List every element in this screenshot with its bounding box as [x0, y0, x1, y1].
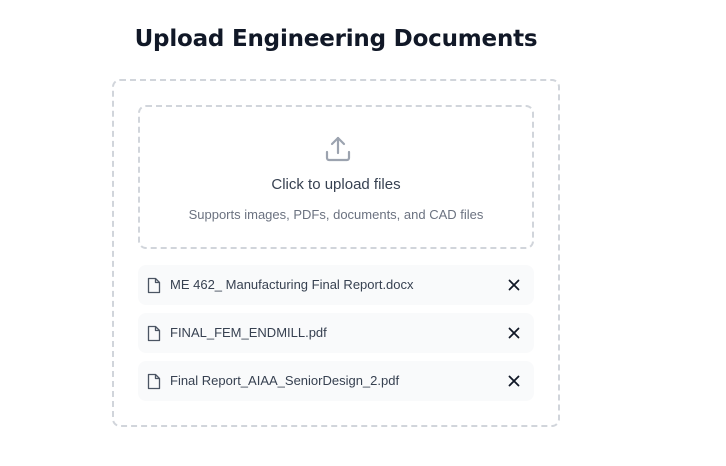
dropzone-subtitle: Supports images, PDFs, documents, and CA… [188, 207, 484, 222]
file-list: ME 462_ Manufacturing Final Report.docx … [138, 265, 534, 409]
file-icon [147, 277, 161, 294]
upload-dropzone[interactable]: Click to upload files Supports images, P… [138, 105, 534, 249]
remove-file-button[interactable] [504, 275, 524, 295]
file-name: Final Report_AIAA_SeniorDesign_2.pdf [170, 373, 400, 388]
close-icon [508, 279, 520, 291]
remove-file-button[interactable] [504, 371, 524, 391]
file-icon [147, 373, 161, 390]
file-item: Final Report_AIAA_SeniorDesign_2.pdf [138, 361, 534, 401]
file-item: FINAL_FEM_ENDMILL.pdf [138, 313, 534, 353]
dropzone-title: Click to upload files [271, 176, 401, 193]
upload-icon [325, 136, 351, 162]
close-icon [508, 327, 520, 339]
remove-file-button[interactable] [504, 323, 524, 343]
file-name: FINAL_FEM_ENDMILL.pdf [170, 325, 327, 340]
file-item: ME 462_ Manufacturing Final Report.docx [138, 265, 534, 305]
page-title: Upload Engineering Documents [134, 26, 538, 52]
file-name: ME 462_ Manufacturing Final Report.docx [170, 277, 414, 292]
file-icon [147, 325, 161, 342]
close-icon [508, 375, 520, 387]
